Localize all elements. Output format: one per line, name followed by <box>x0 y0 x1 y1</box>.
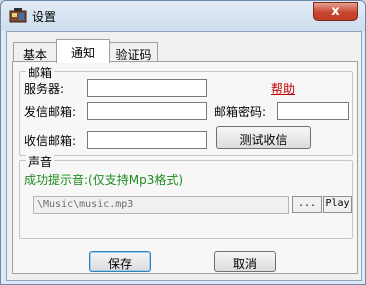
sender-label: 发信邮箱: <box>24 105 77 119</box>
sender-email-input[interactable] <box>87 102 207 120</box>
notify-tab-panel: 邮箱 服务器: 帮助 发信邮箱: 邮箱密码: 收信邮箱: 测试收信 声音 成功提… <box>12 61 358 274</box>
server-input[interactable] <box>87 79 207 97</box>
cancel-button[interactable]: 取消 <box>214 251 276 272</box>
browse-button[interactable]: ... <box>292 196 322 213</box>
dialog-client-area: 基本 通知 验证码 邮箱 服务器: 帮助 发信邮箱: 邮箱密码: 收信邮箱: 测… <box>6 31 362 281</box>
save-button[interactable]: 保存 <box>89 251 151 272</box>
server-label: 服务器: <box>24 82 65 96</box>
window-title: 设置 <box>32 10 57 24</box>
mail-group-legend: 邮箱 <box>26 64 55 81</box>
app-icon <box>9 8 27 23</box>
mail-group: 邮箱 服务器: 帮助 发信邮箱: 邮箱密码: 收信邮箱: 测试收信 <box>19 64 353 156</box>
receiver-label: 收信邮箱: <box>24 134 77 148</box>
settings-window: 设置 x 基本 通知 验证码 邮箱 服务器: 帮助 发信邮箱: 邮箱密码: 收信… <box>0 0 366 285</box>
title-bar[interactable]: 设置 x <box>1 1 365 31</box>
help-link[interactable]: 帮助 <box>271 80 295 97</box>
password-label: 邮箱密码: <box>214 105 267 119</box>
mail-password-input[interactable] <box>277 102 349 120</box>
tab-captcha[interactable]: 验证码 <box>110 42 158 62</box>
success-sound-hint: 成功提示音:(仅支持Mp3格式) <box>24 173 184 187</box>
sound-group-legend: 声音 <box>26 153 55 170</box>
tab-basic[interactable]: 基本 <box>13 42 56 62</box>
play-button[interactable]: Play <box>323 196 352 213</box>
receiver-email-input[interactable] <box>87 131 207 149</box>
close-button[interactable]: x <box>313 2 358 21</box>
tab-notify[interactable]: 通知 <box>56 39 110 63</box>
test-receive-button[interactable]: 测试收信 <box>216 126 311 149</box>
close-icon: x <box>331 4 340 19</box>
sound-group: 声音 成功提示音:(仅支持Mp3格式) \Music\music.mp3 ...… <box>19 153 353 239</box>
sound-path-input[interactable]: \Music\music.mp3 <box>33 196 289 214</box>
